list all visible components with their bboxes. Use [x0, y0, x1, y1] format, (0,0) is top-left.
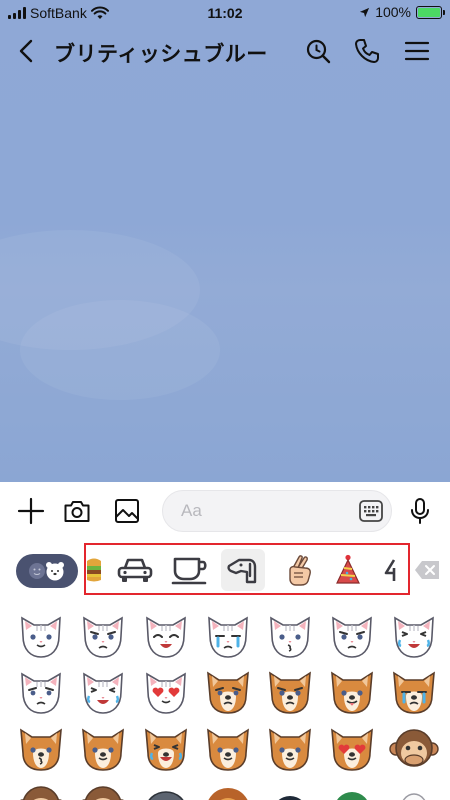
battery-percent: 100% [375, 4, 411, 20]
microphone-icon[interactable] [405, 496, 435, 526]
location-arrow-icon [360, 7, 370, 17]
sticker-white-cat-angry[interactable] [77, 610, 129, 662]
dog-outline-icon [227, 558, 257, 584]
sticker-monkey-see-no-evil[interactable] [15, 780, 67, 800]
burger-icon [87, 558, 101, 582]
sticker-dog-gray[interactable] [140, 780, 192, 800]
coffee-cup-icon [171, 557, 207, 585]
sticker-shiba-dog-laugh[interactable] [140, 723, 192, 775]
message-input-bar [0, 482, 450, 542]
sticker-white-cat-laughing-tears[interactable] [77, 666, 129, 718]
sticker-emoji-toggle[interactable] [16, 554, 78, 588]
camera-icon[interactable] [62, 496, 92, 526]
sticker-shiba-dog-neutral[interactable] [202, 723, 254, 775]
emoji-tab-hand[interactable] [279, 550, 321, 590]
sticker-monkey-hear-no-evil[interactable] [77, 780, 129, 800]
emoji-tab-partial[interactable] [380, 550, 400, 590]
search-icon[interactable] [303, 36, 333, 66]
sticker-shiba-dog-crying[interactable] [388, 666, 440, 718]
partial-tab-icon [384, 559, 396, 581]
sticker-monkey-speak-no-evil[interactable] [388, 723, 440, 775]
keyboard-icon[interactable] [358, 498, 384, 524]
battery-icon [416, 5, 445, 19]
battery-fill [418, 7, 440, 17]
sticker-shiba-dog-sad[interactable] [202, 666, 254, 718]
emoji-tab-coffee[interactable] [170, 550, 212, 590]
sticker-shiba-dog-sweat[interactable] [264, 723, 316, 775]
backspace-icon[interactable] [414, 560, 440, 580]
plus-icon[interactable] [16, 496, 46, 526]
sticker-goose[interactable] [388, 780, 440, 800]
sticker-white-cat-sad[interactable] [15, 666, 67, 718]
sticker-shiba-dog-kiss[interactable] [15, 723, 67, 775]
back-arrow-icon[interactable] [12, 36, 42, 66]
bear-face-icon [46, 562, 64, 581]
sticker-shiba-dog-angry[interactable] [264, 666, 316, 718]
sticker-white-cat-heart-eyes[interactable] [140, 666, 192, 718]
chat-header: ブリティッシュブルー [0, 26, 450, 76]
image-icon[interactable] [112, 496, 142, 526]
sticker-white-cat-happy-closed-eyes[interactable] [140, 610, 192, 662]
status-bar: SoftBank 11:02 100% [0, 0, 450, 26]
sticker-white-cat-smile[interactable] [15, 610, 67, 662]
chat-title: ブリティッシュブルー [54, 43, 268, 66]
car-icon [117, 558, 153, 582]
emoji-tab-party[interactable] [327, 550, 369, 590]
party-hat-icon [336, 554, 360, 584]
emoji-tab-dog[interactable] [221, 549, 265, 591]
sticker-shiba-dog-tongue[interactable] [326, 666, 378, 718]
sticker-white-cat-kiss[interactable] [264, 610, 316, 662]
emoji-category-bar [0, 542, 450, 600]
sticker-duck[interactable] [326, 780, 378, 800]
emoji-face-icon [29, 563, 45, 579]
sticker-shiba-dog-heart-eyes[interactable] [326, 723, 378, 775]
sticker-grid [0, 600, 450, 800]
sticker-penguin[interactable] [264, 780, 316, 800]
sticker-white-cat-angry-2[interactable] [326, 610, 378, 662]
menu-icon[interactable] [402, 36, 432, 66]
emoji-tab-car[interactable] [114, 550, 156, 590]
sticker-white-cat-laughing[interactable] [388, 610, 440, 662]
emoji-tab-burger[interactable] [84, 550, 104, 590]
sticker-shiba-dog-smile[interactable] [77, 723, 129, 775]
phone-icon[interactable] [352, 36, 382, 66]
sticker-lion[interactable] [202, 780, 254, 800]
crossed-fingers-icon [289, 555, 311, 586]
sticker-white-cat-crying[interactable] [202, 610, 254, 662]
